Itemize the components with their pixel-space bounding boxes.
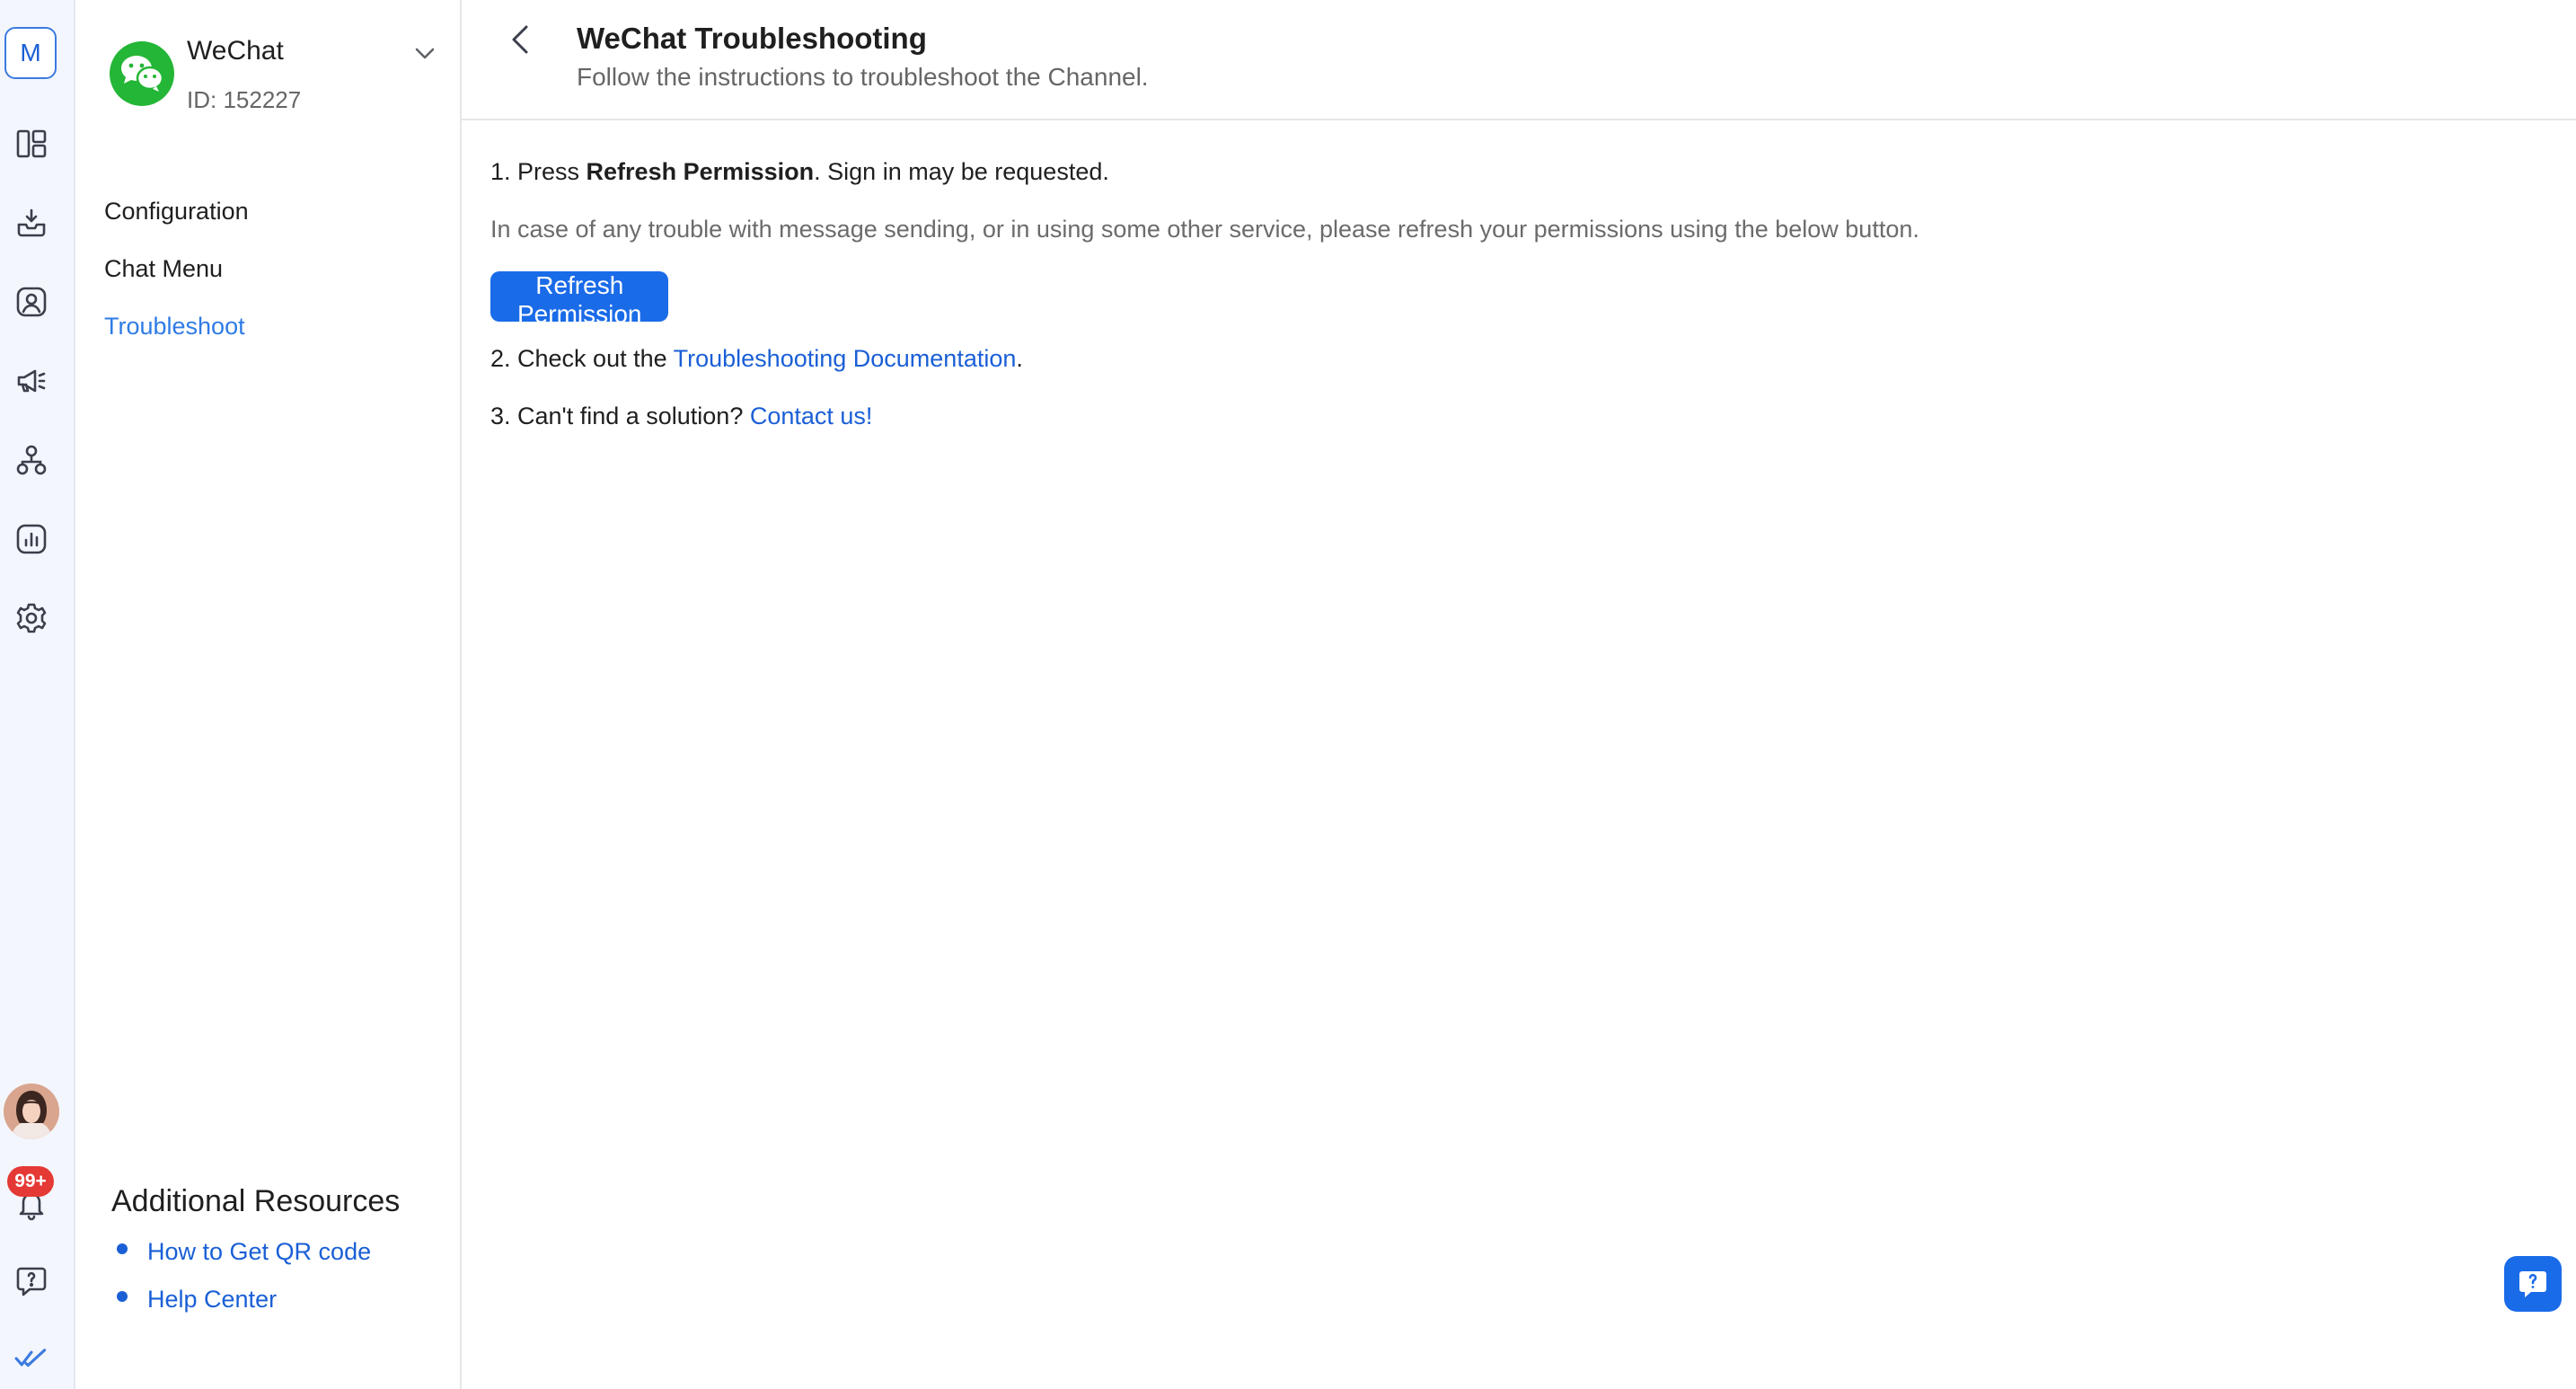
back-arrow-icon[interactable] [503, 20, 539, 59]
contacts-icon[interactable] [12, 282, 51, 322]
bullet [117, 1243, 128, 1254]
reports-icon[interactable] [12, 519, 51, 559]
logo-icon [8, 1339, 55, 1378]
step-1-bold: Refresh Permission [586, 158, 815, 185]
icon-rail: M 99+ [0, 0, 75, 1389]
chevron-down-icon[interactable] [410, 38, 440, 68]
step-1: 1. Press Refresh Permission. Sign in may… [490, 158, 1109, 186]
channel-id: ID: 152227 [187, 86, 302, 113]
channel-sidebar: WeChat ID: 152227 Configuration Chat Men… [75, 0, 462, 1389]
sidebar-item-chat-menu[interactable]: Chat Menu [104, 255, 223, 283]
wechat-logo-icon [110, 41, 174, 106]
help-center-link[interactable]: Help Center [147, 1286, 277, 1314]
refresh-note: In case of any trouble with message send… [490, 216, 1919, 243]
how-to-get-qr-code-link[interactable]: How to Get QR code [147, 1238, 371, 1266]
step-3-prefix: 3. Can't find a solution? [490, 403, 750, 429]
page-header: WeChat Troubleshooting Follow the instru… [462, 0, 2576, 120]
workspace-initial: M [20, 39, 41, 66]
user-avatar[interactable] [4, 1084, 59, 1139]
bullet [117, 1291, 128, 1302]
page-subtitle: Follow the instructions to troubleshoot … [577, 63, 1149, 91]
step-1-suffix: . Sign in may be requested. [814, 158, 1109, 185]
dashboard-icon[interactable] [12, 124, 51, 164]
page-title: WeChat Troubleshooting [577, 22, 927, 55]
step-1-prefix: 1. Press [490, 158, 587, 185]
step-3: 3. Can't find a solution? Contact us! [490, 403, 872, 430]
step-2: 2. Check out the Troubleshooting Documen… [490, 345, 1023, 373]
step-2-prefix: 2. Check out the [490, 345, 674, 372]
contact-us-link[interactable]: Contact us! [750, 403, 873, 429]
help-icon[interactable] [12, 1261, 51, 1301]
step-2-suffix: . [1016, 345, 1023, 372]
refresh-permission-button[interactable]: Refresh Permission [490, 271, 669, 328]
channel-name: WeChat [187, 36, 284, 66]
chat-help-icon [2519, 1271, 2546, 1297]
additional-resources-heading: Additional Resources [111, 1184, 401, 1218]
notification-count-badge: 99+ [7, 1166, 54, 1197]
inbox-icon[interactable] [12, 203, 51, 243]
workspace-switcher-button[interactable]: M [4, 27, 57, 79]
workflows-icon[interactable] [12, 440, 51, 480]
broadcast-icon[interactable] [12, 361, 51, 401]
settings-icon[interactable] [12, 598, 51, 638]
support-chat-button[interactable] [2504, 1256, 2562, 1312]
troubleshooting-documentation-link[interactable]: Troubleshooting Documentation [674, 345, 1017, 372]
sidebar-item-troubleshoot[interactable]: Troubleshoot [104, 313, 245, 341]
sidebar-item-configuration[interactable]: Configuration [104, 198, 249, 226]
